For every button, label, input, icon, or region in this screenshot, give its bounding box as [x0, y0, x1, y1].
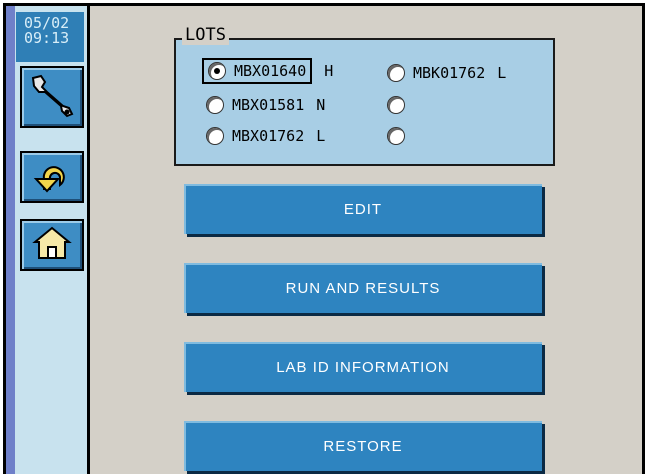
- lot-name: MBK01762: [413, 64, 486, 82]
- lot-radio[interactable]: [387, 127, 405, 145]
- home-button[interactable]: [20, 219, 84, 271]
- restore-button[interactable]: RESTORE: [184, 421, 542, 471]
- lots-panel: MBX01640 H MBX01581 N MBX01762 L MBK0176…: [174, 38, 555, 166]
- lot-radio[interactable]: [206, 96, 224, 114]
- app-window: 05/02 09:13 MBX01640 H MBX01581 N MBX017…: [3, 3, 645, 474]
- lot-name: MBX01640: [234, 62, 307, 80]
- lot-radio[interactable]: [387, 96, 405, 114]
- wrench-icon: [27, 70, 77, 124]
- back-button[interactable]: [20, 151, 84, 203]
- lot-radio[interactable]: [387, 64, 405, 82]
- tools-button[interactable]: [20, 66, 84, 128]
- lots-title: LOTS: [182, 25, 229, 45]
- lot-radio[interactable]: [206, 127, 224, 145]
- lot-option-4[interactable]: [387, 96, 405, 114]
- lot-level: N: [316, 96, 326, 114]
- lot-level: H: [324, 62, 334, 80]
- lot-level: L: [316, 127, 326, 145]
- run-and-results-button[interactable]: RUN AND RESULTS: [184, 263, 542, 313]
- lot-option-0-focus: MBX01640: [202, 58, 313, 84]
- lab-id-information-button[interactable]: LAB ID INFORMATION: [184, 342, 542, 392]
- clock-time: 09:13: [24, 29, 70, 47]
- lot-option-1[interactable]: MBX01581 N: [206, 96, 325, 114]
- lot-option-3[interactable]: MBK01762 L: [387, 64, 506, 82]
- edit-button[interactable]: EDIT: [184, 184, 542, 234]
- lot-name: MBX01581: [232, 96, 305, 114]
- clock-display: 05/02 09:13: [16, 12, 84, 62]
- sidebar-stripe: [6, 6, 15, 474]
- lot-name: MBX01762: [232, 127, 305, 145]
- lot-option-0[interactable]: MBX01640 H: [202, 58, 333, 84]
- lot-radio[interactable]: [208, 62, 226, 80]
- sidebar: 05/02 09:13: [6, 6, 90, 474]
- lot-option-2[interactable]: MBX01762 L: [206, 127, 325, 145]
- home-icon: [31, 224, 73, 266]
- undo-arrow-icon: [30, 155, 74, 199]
- lot-option-5[interactable]: [387, 127, 405, 145]
- lot-level: L: [497, 64, 507, 82]
